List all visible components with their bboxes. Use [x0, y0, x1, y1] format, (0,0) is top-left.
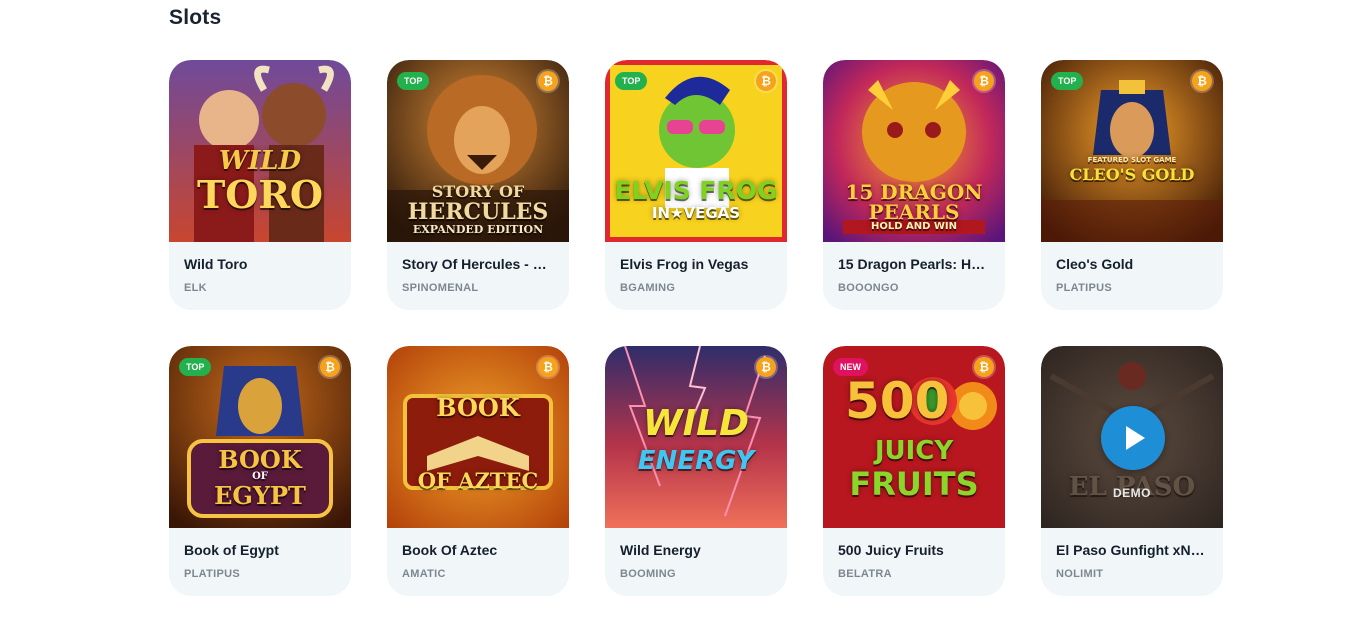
- art-title-line-1: STORY OF: [431, 182, 525, 201]
- art-title-line-2: TORO: [196, 172, 324, 217]
- game-title: Wild Energy: [620, 542, 701, 558]
- art-title-line-3: EXPANDED EDITION: [412, 223, 544, 236]
- bitcoin-icon: ₿: [538, 71, 558, 91]
- art-title-line-2: ENERGY: [637, 446, 755, 476]
- game-provider: BELATRA: [838, 568, 892, 580]
- game-card-15-dragon-pearls[interactable]: ₿ 15 DRAGON PEARLS HOLD AND WIN 15 Drago…: [823, 60, 1005, 310]
- game-card-wild-toro[interactable]: WILD TORO Wild Toro ELK: [169, 60, 351, 310]
- game-title: Book of Egypt: [184, 542, 279, 558]
- art-title-line-1: WILD: [643, 403, 749, 444]
- art-title-line-1: ELVIS FROG: [614, 176, 778, 205]
- art-title-line-3: EGYPT: [214, 481, 306, 510]
- demo-label[interactable]: DEMO: [1041, 486, 1223, 500]
- game-card-elvis-frog-in-vegas[interactable]: TOP ₿ ELVIS FROG IN★VEGAS Elvis Frog in …: [605, 60, 787, 310]
- game-thumbnail[interactable]: EL PASO DEMO: [1041, 346, 1223, 528]
- game-thumbnail[interactable]: ₿ BOOK OF AZTEC: [387, 346, 569, 528]
- top-badge: TOP: [1051, 72, 1084, 90]
- game-title: Cleo's Gold: [1056, 256, 1134, 272]
- art-title-line-3: HOLD AND WIN: [870, 221, 958, 232]
- bitcoin-icon: ₿: [756, 71, 776, 91]
- art-title-line-1: 500: [845, 372, 950, 430]
- bitcoin-icon: ₿: [320, 357, 340, 377]
- game-thumbnail[interactable]: TOP ₿ ELVIS FROG IN★VEGAS: [605, 60, 787, 242]
- game-card-book-of-egypt[interactable]: TOP ₿ BOOK OF EGYPT Book of Egypt PLATIP…: [169, 346, 351, 596]
- top-badge: TOP: [615, 72, 648, 90]
- art-title-line-1: BOOK: [436, 393, 520, 422]
- game-thumbnail[interactable]: ₿ 15 DRAGON PEARLS HOLD AND WIN: [823, 60, 1005, 242]
- game-title: El Paso Gunfight xNu...: [1056, 542, 1208, 558]
- art-title-line-2: OF AZTEC: [417, 468, 539, 493]
- game-thumbnail[interactable]: ₿ WILD ENERGY: [605, 346, 787, 528]
- art-title-line-1: BOOK: [218, 445, 302, 474]
- art-title-line-1: 15 DRAGON: [845, 180, 983, 204]
- game-provider: PLATIPUS: [1056, 282, 1112, 294]
- section-title: Slots: [169, 6, 222, 29]
- game-card-500-juicy-fruits[interactable]: NEW ₿ 500 JUICY FRUITS 500 Juicy Fruits …: [823, 346, 1005, 596]
- game-card-wild-energy[interactable]: ₿ WILD ENERGY Wild Energy BOOMING: [605, 346, 787, 596]
- game-title: Book Of Aztec: [402, 542, 498, 558]
- game-card-story-of-hercules[interactable]: TOP ₿ STORY OF HERCULES EXPANDED EDITION…: [387, 60, 569, 310]
- game-provider: BOOONGO: [838, 282, 899, 294]
- game-provider: AMATIC: [402, 568, 446, 580]
- play-icon: [1126, 426, 1145, 450]
- art-title-line-2: CLEO'S GOLD: [1069, 165, 1195, 184]
- game-thumbnail[interactable]: WILD TORO: [169, 60, 351, 242]
- art-title-line-2: PEARLS: [868, 200, 960, 224]
- bitcoin-icon: ₿: [974, 357, 994, 377]
- game-title: 500 Juicy Fruits: [838, 542, 944, 558]
- art-title-line-2: IN★VEGAS: [651, 204, 741, 222]
- art-title-line-2: HERCULES: [407, 199, 549, 225]
- art-title-line-1: WILD: [218, 146, 302, 176]
- game-provider: BOOMING: [620, 568, 676, 580]
- bitcoin-icon: ₿: [538, 357, 558, 377]
- bitcoin-icon: ₿: [974, 71, 994, 91]
- top-badge: TOP: [397, 72, 430, 90]
- game-provider: ELK: [184, 282, 207, 294]
- game-card-cleos-gold[interactable]: TOP ₿ FEATURED SLOT GAME CLEO'S GOLD Cle…: [1041, 60, 1223, 310]
- art-title-line-2: JUICY: [874, 436, 954, 466]
- top-badge: TOP: [179, 358, 212, 376]
- bitcoin-icon: ₿: [756, 357, 776, 377]
- game-card-el-paso-gunfight[interactable]: EL PASO DEMO El Paso Gunfight xNu... NOL…: [1041, 346, 1223, 596]
- game-card-book-of-aztec[interactable]: ₿ BOOK OF AZTEC Book Of Aztec AMATIC: [387, 346, 569, 596]
- game-title: Story Of Hercules - Ex...: [402, 256, 554, 272]
- game-thumbnail[interactable]: TOP ₿ STORY OF HERCULES EXPANDED EDITION: [387, 60, 569, 242]
- art-title-line-1: FEATURED SLOT GAME: [1087, 156, 1177, 164]
- game-provider: PLATIPUS: [184, 568, 240, 580]
- bitcoin-icon: ₿: [1192, 71, 1212, 91]
- game-thumbnail[interactable]: TOP ₿ BOOK OF EGYPT: [169, 346, 351, 528]
- game-thumbnail[interactable]: NEW ₿ 500 JUICY FRUITS: [823, 346, 1005, 528]
- game-thumbnail[interactable]: TOP ₿ FEATURED SLOT GAME CLEO'S GOLD: [1041, 60, 1223, 242]
- art-title-line-3: FRUITS: [849, 465, 979, 503]
- game-grid: WILD TORO Wild Toro ELK TOP ₿ STORY OF H…: [169, 60, 1223, 596]
- game-title: 15 Dragon Pearls: Hol...: [838, 256, 990, 272]
- game-title: Wild Toro: [184, 256, 248, 272]
- game-provider: NOLIMIT: [1056, 568, 1104, 580]
- game-provider: BGAMING: [620, 282, 676, 294]
- game-provider: SPINOMENAL: [402, 282, 479, 294]
- game-title: Elvis Frog in Vegas: [620, 256, 749, 272]
- play-button[interactable]: [1101, 406, 1165, 470]
